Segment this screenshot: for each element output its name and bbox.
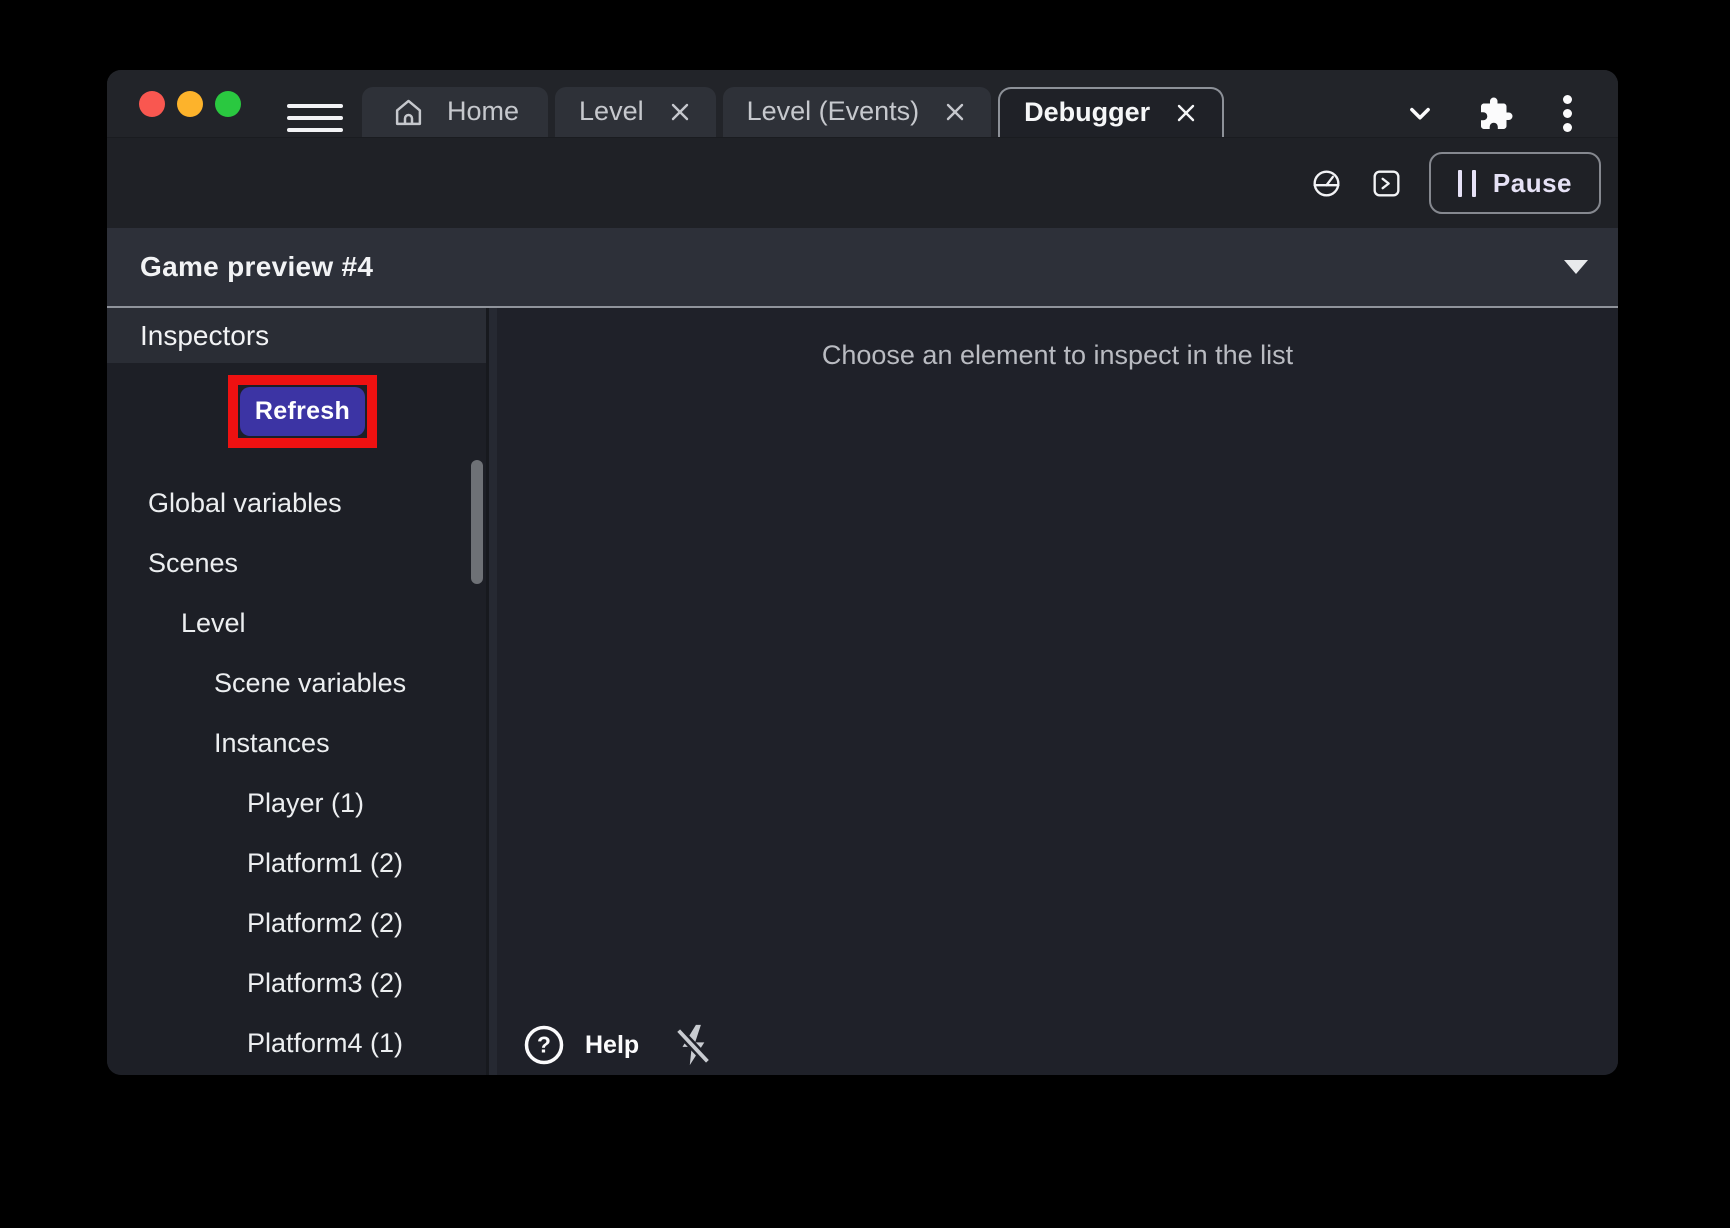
tab-level[interactable]: Level xyxy=(555,87,716,137)
flash-off-icon[interactable] xyxy=(671,1021,717,1069)
minimize-window-button[interactable] xyxy=(177,91,203,117)
chevron-down-icon[interactable] xyxy=(1405,99,1435,129)
kebab-menu-icon[interactable] xyxy=(1557,93,1578,134)
panel-divider[interactable] xyxy=(486,308,497,1075)
list-item[interactable]: Global variables xyxy=(107,473,486,533)
tab-label: Level xyxy=(579,96,644,127)
inspectors-panel: Inspectors Refresh Global variablesScene… xyxy=(107,308,486,1075)
footer: ? Help xyxy=(523,1021,717,1069)
preview-title: Game preview #4 xyxy=(140,251,373,283)
inspectors-header: Inspectors xyxy=(107,308,486,363)
maximize-window-button[interactable] xyxy=(215,91,241,117)
content-area: Inspectors Refresh Global variablesScene… xyxy=(107,308,1618,1075)
console-icon[interactable] xyxy=(1370,167,1403,200)
tab-debugger[interactable]: Debugger xyxy=(998,87,1224,137)
help-icon: ? xyxy=(523,1024,565,1066)
inspector-list: Global variablesScenesLevelScene variabl… xyxy=(107,473,486,1073)
home-icon xyxy=(391,95,426,130)
tab-bar: Home Level Level (Events) Debugger xyxy=(107,70,1618,137)
menu-icon[interactable] xyxy=(287,104,343,132)
inspector-detail-panel: Choose an element to inspect in the list… xyxy=(497,308,1618,1075)
list-item[interactable]: Scene variables xyxy=(107,653,486,713)
svg-text:?: ? xyxy=(537,1032,551,1058)
extensions-icon[interactable] xyxy=(1478,96,1514,132)
pause-label: Pause xyxy=(1493,168,1572,199)
help-label: Help xyxy=(585,1031,639,1060)
pause-button[interactable]: Pause xyxy=(1429,152,1601,214)
scrollbar-thumb[interactable] xyxy=(471,460,483,584)
help-button[interactable]: ? Help xyxy=(523,1024,639,1066)
close-icon[interactable] xyxy=(668,100,692,124)
debugger-toolbar: Pause xyxy=(107,137,1618,228)
list-item[interactable]: Platform1 (2) xyxy=(107,833,486,893)
list-item[interactable]: Scenes xyxy=(107,533,486,593)
tab-label: Level (Events) xyxy=(747,96,920,127)
close-icon[interactable] xyxy=(1174,101,1198,125)
list-item[interactable]: Instances xyxy=(107,713,486,773)
close-window-button[interactable] xyxy=(139,91,165,117)
list-item[interactable]: Platform3 (2) xyxy=(107,953,486,1013)
window-controls xyxy=(139,91,241,117)
tab-bar-actions xyxy=(1405,93,1578,134)
pause-icon xyxy=(1458,170,1476,197)
inspectors-title: Inspectors xyxy=(140,320,269,352)
list-item[interactable]: Level xyxy=(107,593,486,653)
dropdown-arrow-icon[interactable] xyxy=(1564,260,1588,274)
annotation-highlight: Refresh xyxy=(228,375,377,448)
tab-label: Debugger xyxy=(1024,97,1150,128)
profiler-icon[interactable] xyxy=(1310,167,1343,200)
tab-label: Home xyxy=(447,96,519,127)
empty-state-message: Choose an element to inspect in the list xyxy=(497,340,1618,371)
preview-header[interactable]: Game preview #4 xyxy=(107,228,1618,308)
refresh-button[interactable]: Refresh xyxy=(240,387,365,436)
tab-home[interactable]: Home xyxy=(362,87,548,137)
list-item[interactable]: Platform4 (1) xyxy=(107,1013,486,1073)
tab-level-events[interactable]: Level (Events) xyxy=(723,87,992,137)
app-window: Home Level Level (Events) Debugger xyxy=(107,70,1618,1075)
list-item[interactable]: Platform2 (2) xyxy=(107,893,486,953)
close-icon[interactable] xyxy=(943,100,967,124)
inspectors-body: Refresh Global variablesScenesLevelScene… xyxy=(107,363,486,1075)
tab-strip: Home Level Level (Events) Debugger xyxy=(362,87,1224,137)
list-item[interactable]: Player (1) xyxy=(107,773,486,833)
